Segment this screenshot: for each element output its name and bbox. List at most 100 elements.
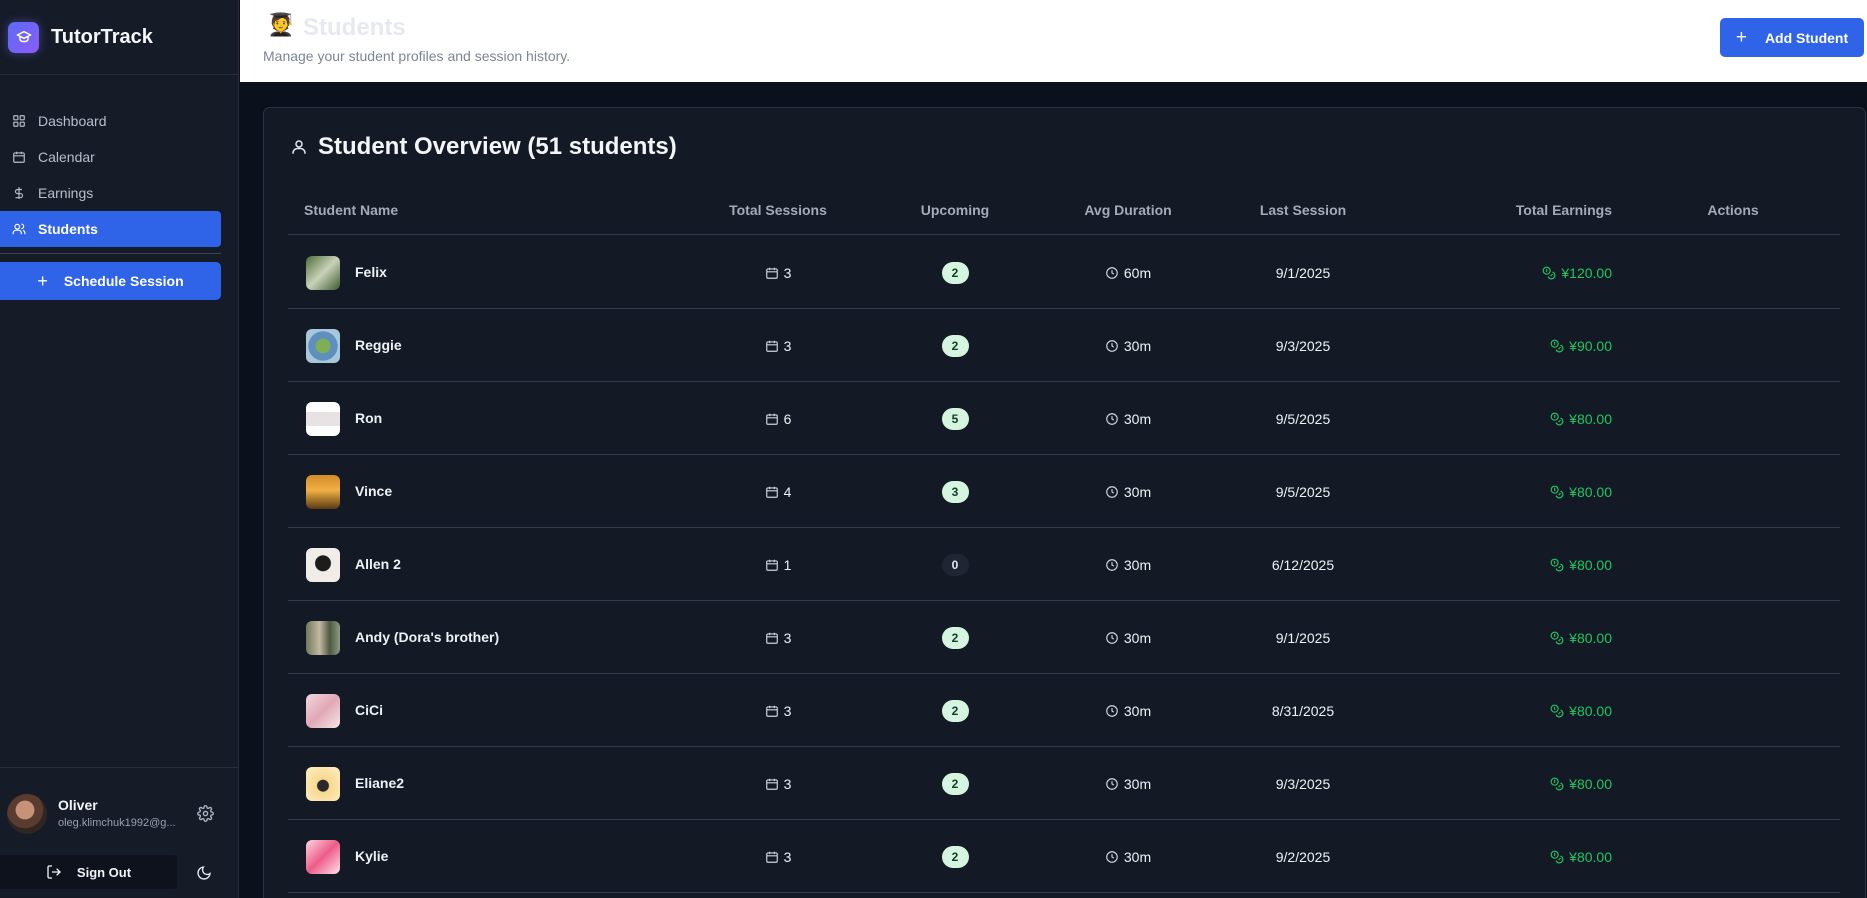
user-email: oleg.klimchuk1992@g... (58, 817, 176, 829)
calendar-icon (765, 559, 778, 571)
table-row[interactable]: CiCi 3 2 30m 8/31/2025 ¥80.00 (288, 674, 1840, 747)
total-earnings-value: ¥90.00 (1569, 337, 1612, 354)
upcoming-badge: 2 (941, 845, 969, 868)
total-sessions-cell: 3 (728, 820, 828, 893)
sidebar-item-label: Students (38, 221, 98, 237)
avg-duration-value: 30m (1123, 702, 1152, 719)
table-row[interactable]: Andy (Dora's brother) 3 2 30m 9/1/2025 ¥80.00 (288, 601, 1840, 674)
total-earnings-value: ¥80.00 (1569, 556, 1612, 573)
users-icon (12, 222, 26, 236)
gear-icon[interactable] (197, 805, 214, 822)
total-earnings-cell: ¥80.00 (1448, 747, 1612, 820)
total-sessions-value: 3 (783, 337, 792, 354)
total-earnings-value: ¥80.00 (1569, 775, 1612, 792)
total-earnings-cell: ¥80.00 (1448, 820, 1612, 893)
student-cell: Ron (306, 382, 382, 455)
calendar-icon (765, 851, 778, 863)
col-upcoming[interactable]: Upcoming (905, 202, 1005, 218)
col-last-session[interactable]: Last Session (1238, 202, 1368, 218)
avatar[interactable] (306, 328, 340, 363)
total-sessions-cell: 4 (728, 455, 828, 528)
coins-icon (1550, 704, 1564, 717)
avg-duration-value: 30m (1123, 556, 1152, 573)
student-cell: CiCi (306, 674, 383, 747)
table-row[interactable]: Kylie 3 2 30m 9/2/2025 ¥80.00 (288, 820, 1840, 893)
student-name[interactable]: CiCi (355, 702, 383, 718)
upcoming-badge: 2 (941, 772, 969, 795)
student-cell: Vince (306, 455, 392, 528)
sidebar-item-label: Earnings (38, 185, 94, 201)
student-name[interactable]: Ron (355, 410, 382, 426)
calendar-icon (12, 150, 26, 164)
sidebar-item-earnings[interactable]: Earnings (0, 175, 221, 211)
moon-icon[interactable] (196, 865, 212, 881)
avg-duration-cell: 30m (1078, 309, 1178, 382)
divider (0, 253, 221, 254)
student-name[interactable]: Eliane2 (355, 775, 404, 791)
upcoming-cell: 2 (905, 309, 1005, 382)
calendar-icon (765, 267, 778, 279)
avatar[interactable] (306, 693, 340, 728)
last-session-value: 9/2/2025 (1275, 848, 1331, 865)
calendar-icon (765, 413, 778, 425)
table-row[interactable]: Eliane2 3 2 30m 9/3/2025 ¥80.00 (288, 747, 1840, 820)
user-panel: Oliver oleg.klimchuk1992@g... Sign Out (0, 767, 238, 898)
avatar[interactable] (306, 620, 340, 655)
table-row[interactable]: Felix 3 2 60m 9/1/2025 ¥120.00 (288, 236, 1840, 309)
student-name[interactable]: Vince (355, 483, 392, 499)
avg-duration-cell: 60m (1078, 236, 1178, 309)
total-sessions-value: 3 (783, 775, 792, 792)
avg-duration-cell: 30m (1078, 674, 1178, 747)
avg-duration-cell: 30m (1078, 455, 1178, 528)
avatar[interactable] (7, 794, 47, 834)
total-sessions-value: 3 (783, 264, 792, 281)
graduation-cap-icon (8, 21, 39, 53)
avatar[interactable] (306, 401, 340, 436)
student-name[interactable]: Felix (355, 264, 387, 280)
total-sessions-value: 3 (783, 702, 792, 719)
coins-icon (1542, 266, 1556, 279)
avatar[interactable] (306, 766, 340, 801)
table-row[interactable]: Reggie 3 2 30m 9/3/2025 ¥90.00 (288, 309, 1840, 382)
avg-duration-value: 30m (1123, 337, 1152, 354)
sidebar-item-calendar[interactable]: Calendar (0, 139, 221, 175)
sidebar-item-students[interactable]: Students (0, 211, 221, 247)
clock-icon (1106, 266, 1118, 279)
total-sessions-cell: 3 (728, 747, 828, 820)
table-row[interactable]: Vince 4 3 30m 9/5/2025 ¥80.00 (288, 455, 1840, 528)
sign-out-button[interactable]: Sign Out (0, 855, 177, 889)
brand[interactable]: TutorTrack (0, 0, 238, 75)
page-header: 🧑‍🎓 Students Manage your student profile… (240, 0, 1867, 82)
coins-icon (1550, 412, 1564, 425)
table-row[interactable]: Allen 2 1 0 30m 6/12/2025 ¥80.00 (288, 528, 1840, 601)
coins-icon (1550, 485, 1564, 498)
add-student-button[interactable]: + Add Student (1720, 18, 1864, 57)
student-name[interactable]: Kylie (355, 848, 388, 864)
clock-icon (1106, 339, 1118, 352)
avatar[interactable] (306, 474, 340, 509)
clock-icon (1106, 485, 1118, 498)
calendar-icon (765, 778, 778, 790)
avatar[interactable] (306, 547, 340, 582)
overview-title: Student Overview (51 students) (318, 133, 677, 160)
schedule-session-label: Schedule Session (63, 273, 184, 289)
sidebar: TutorTrack Dashboard Calendar Earnings S… (0, 0, 239, 898)
sidebar-item-dashboard[interactable]: Dashboard (0, 103, 221, 139)
avatar[interactable] (306, 255, 340, 290)
coins-icon (1550, 777, 1564, 790)
schedule-session-button[interactable]: + Schedule Session (0, 262, 221, 300)
student-name[interactable]: Allen 2 (355, 556, 401, 572)
col-avg-duration[interactable]: Avg Duration (1068, 202, 1188, 218)
last-session-value: 8/31/2025 (1271, 702, 1335, 719)
col-total-earnings[interactable]: Total Earnings (1448, 202, 1612, 218)
col-total-sessions[interactable]: Total Sessions (728, 202, 828, 218)
col-student-name[interactable]: Student Name (304, 202, 398, 218)
clock-icon (1106, 412, 1118, 425)
calendar-icon (765, 632, 778, 644)
table-row[interactable]: Ron 6 5 30m 9/5/2025 ¥80.00 (288, 382, 1840, 455)
student-name[interactable]: Andy (Dora's brother) (355, 629, 499, 645)
student-overview-card: Student Overview (51 students) Student N… (263, 107, 1866, 898)
student-name[interactable]: Reggie (355, 337, 402, 353)
avatar[interactable] (306, 839, 340, 874)
last-session-cell: 9/3/2025 (1238, 309, 1368, 382)
